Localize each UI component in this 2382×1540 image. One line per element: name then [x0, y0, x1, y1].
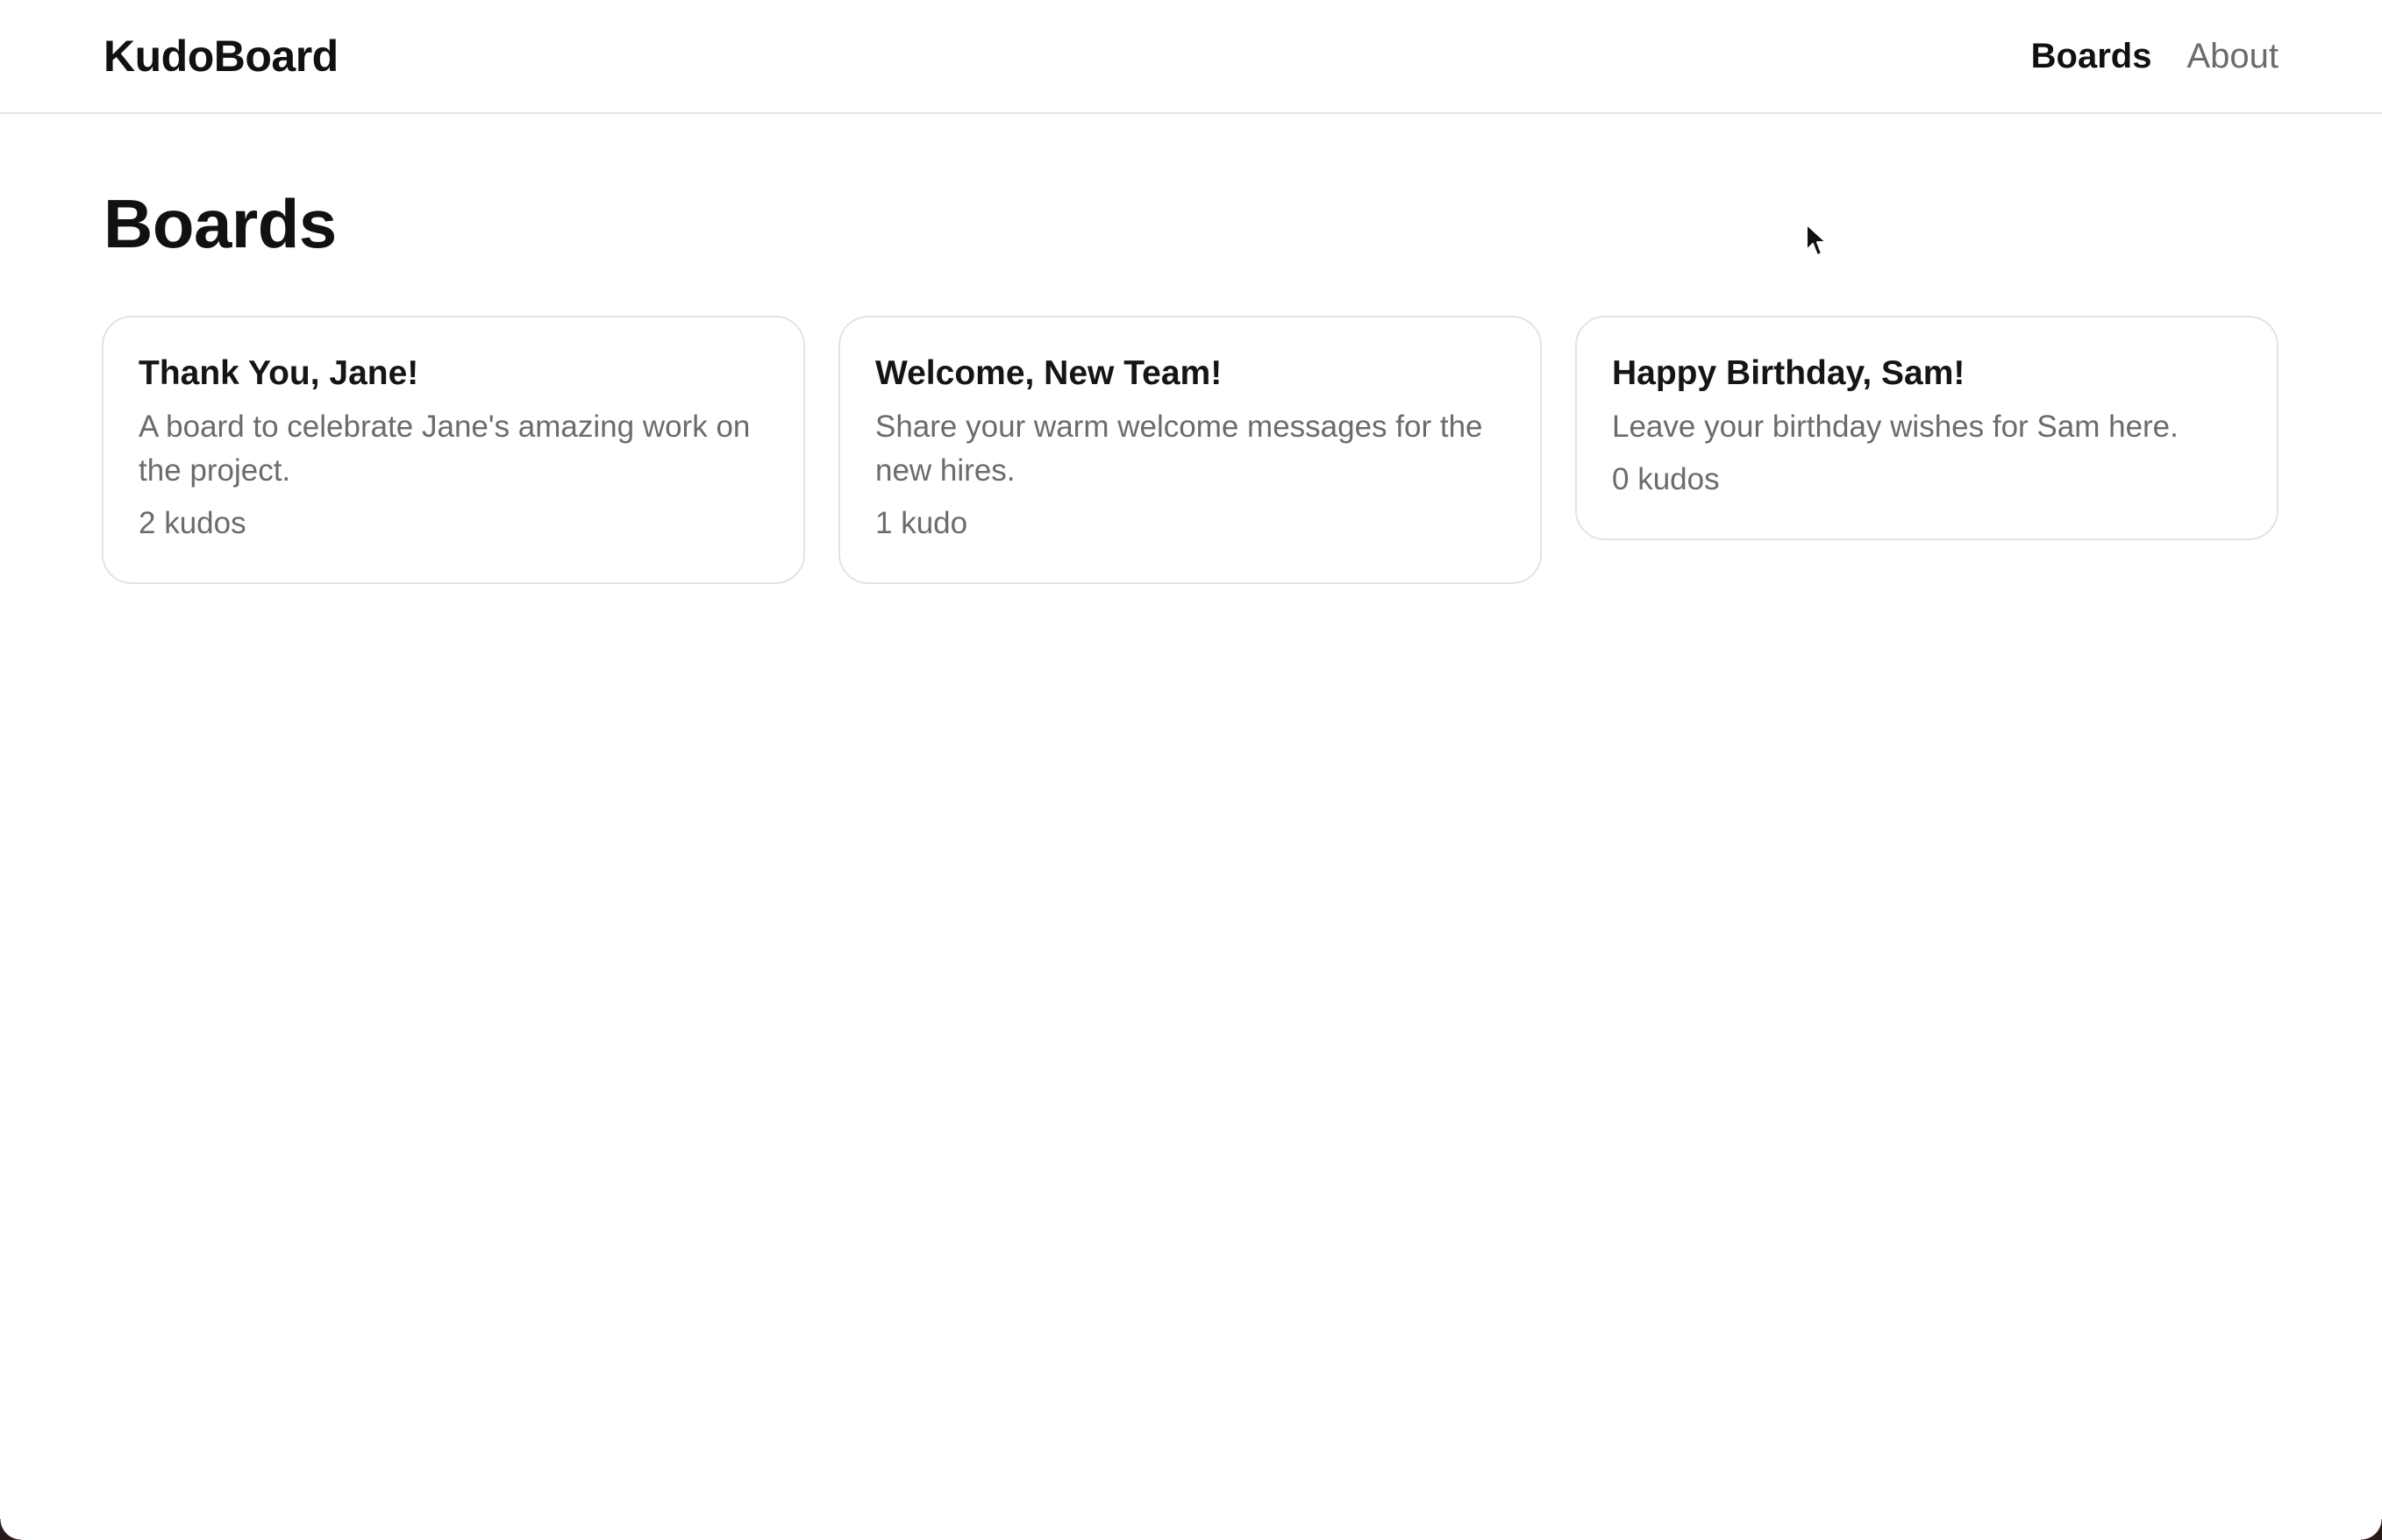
board-description: Share your warm welcome messages for the… [875, 410, 1483, 488]
board-description: Leave your birthday wishes for Sam here. [1612, 410, 2179, 444]
board-title: Thank You, Jane! [139, 354, 419, 392]
board-card-welcome-new-team[interactable]: Welcome, New Team! Share your warm welco… [838, 316, 1542, 584]
kudos-count: 0 kudos [1612, 462, 1720, 496]
kudos-count: 2 kudos [139, 506, 246, 540]
nav-link-about[interactable]: About [2186, 28, 2279, 84]
board-title: Happy Birthday, Sam! [1612, 354, 1965, 392]
board-list: Thank You, Jane! A board to celebrate Ja… [102, 316, 2280, 584]
top-navigation-bar: KudoBoard Boards About [0, 0, 2382, 114]
page-title: Boards [103, 185, 337, 262]
brand-logo-link[interactable]: KudoBoard [103, 28, 339, 84]
window-corner [2361, 1519, 2382, 1540]
nav-link-boards[interactable]: Boards [2031, 28, 2152, 84]
board-description: A board to celebrate Jane's amazing work… [139, 410, 751, 488]
mouse-pointer-icon [1806, 224, 1827, 256]
kudos-count: 1 kudo [875, 506, 968, 540]
board-title: Welcome, New Team! [875, 354, 1223, 392]
board-card-happy-birthday-sam[interactable]: Happy Birthday, Sam! Leave your birthday… [1575, 316, 2279, 540]
window-corner [0, 1519, 21, 1540]
main-navigation: Boards About [2031, 28, 2279, 84]
board-card-thank-you-jane[interactable]: Thank You, Jane! A board to celebrate Ja… [102, 316, 805, 584]
kudoboard-page: KudoBoard Boards About Boards Thank You,… [0, 0, 2382, 1540]
